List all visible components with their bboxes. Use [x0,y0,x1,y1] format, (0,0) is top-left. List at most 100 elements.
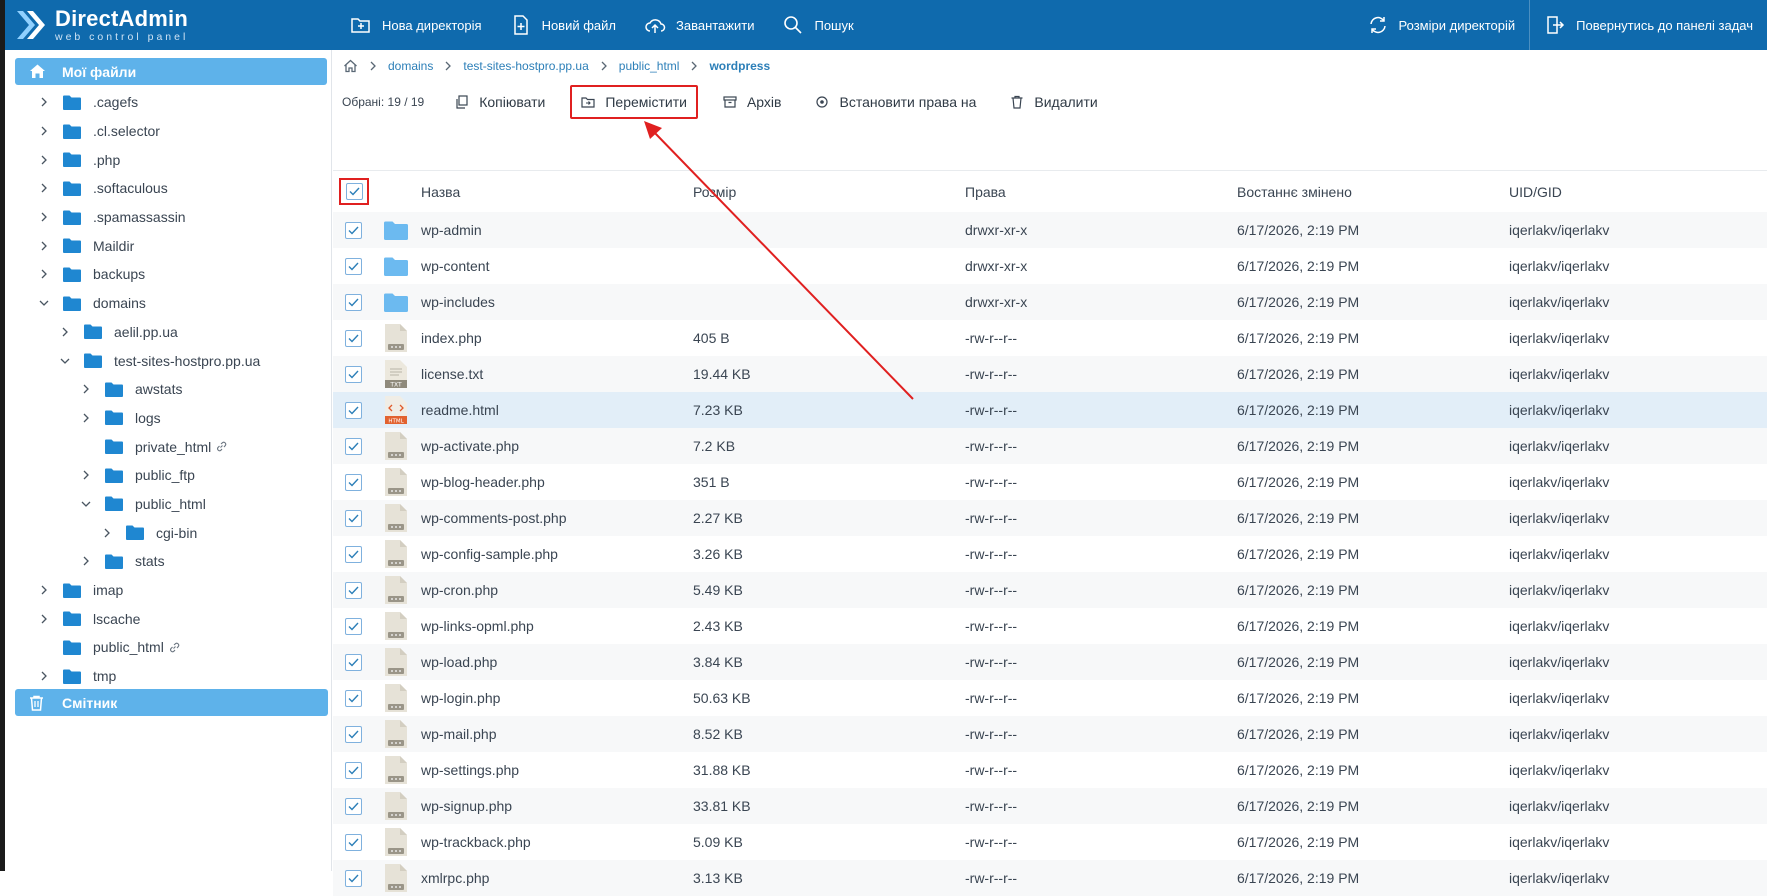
row-checkbox[interactable] [344,833,362,851]
file-name[interactable]: wp-trackback.php [421,834,693,850]
sidebar-tree-item[interactable]: .php [10,145,331,174]
new-directory-button[interactable]: Нова директорія [336,0,496,50]
directory-sizes-button[interactable]: Розміри директорій [1353,0,1530,50]
file-name[interactable]: readme.html [421,402,693,418]
row-checkbox[interactable] [344,365,362,383]
table-row[interactable]: wp-mail.php 8.52 KB -rw-r--r-- 6/17/2026, 2… [333,716,1767,752]
chevron-right-icon[interactable] [39,269,49,279]
column-name[interactable]: Назва [421,184,693,200]
table-row[interactable]: wp-blog-header.php 351 B -rw-r--r-- 6/17/20… [333,464,1767,500]
sidebar-tree-item[interactable]: public_html [10,490,331,519]
column-uid-gid[interactable]: UID/GID [1509,184,1749,200]
chevron-right-icon[interactable] [39,97,49,107]
row-checkbox[interactable] [344,869,362,887]
table-row[interactable]: wp-trackback.php 5.09 KB -rw-r--r-- 6/17/20… [333,824,1767,860]
chevron-right-icon[interactable] [81,470,91,480]
breadcrumb-domains[interactable]: domains [388,59,433,73]
file-name[interactable]: wp-settings.php [421,762,693,778]
set-permissions-button[interactable]: Встановити права на [806,85,985,119]
sidebar-tree-item[interactable]: test-sites-hostpro.pp.ua [10,346,331,375]
sidebar-tree-item[interactable]: .softaculous [10,174,331,203]
chevron-right-icon[interactable] [39,126,49,136]
row-checkbox[interactable] [344,293,362,311]
chevron-right-icon[interactable] [81,556,91,566]
row-checkbox[interactable] [344,689,362,707]
chevron-down-icon[interactable] [39,298,49,308]
copy-button[interactable]: Копіювати [446,85,554,119]
table-row[interactable]: wp-content drwxr-xr-x 6/17/2026, 2:19 PM iq… [333,248,1767,284]
sidebar-tree-item[interactable]: awstats [10,375,331,404]
file-name[interactable]: wp-links-opml.php [421,618,693,634]
sidebar-tree-item[interactable]: tmp [10,662,331,691]
sidebar-tree-item[interactable]: stats [10,547,331,576]
breadcrumb-public-html[interactable]: public_html [619,59,680,73]
file-name[interactable]: license.txt [421,366,693,382]
sidebar-tree-item[interactable]: lscache [10,604,331,633]
row-checkbox[interactable] [344,653,362,671]
row-checkbox[interactable] [344,473,362,491]
file-name[interactable]: wp-login.php [421,690,693,706]
move-button[interactable]: Перемістити [570,85,698,119]
sidebar-tree-item[interactable]: imap [10,576,331,605]
new-file-button[interactable]: Новий файл [496,0,630,50]
row-checkbox[interactable] [344,545,362,563]
chevron-right-icon[interactable] [39,614,49,624]
table-row[interactable]: wp-links-opml.php 2.43 KB -rw-r--r-- 6/17/2… [333,608,1767,644]
file-name[interactable]: wp-cron.php [421,582,693,598]
file-name[interactable]: wp-config-sample.php [421,546,693,562]
sidebar-tree-item[interactable]: .cagefs [10,88,331,117]
file-name[interactable]: wp-blog-header.php [421,474,693,490]
chevron-right-icon[interactable] [39,585,49,595]
table-row[interactable]: wp-includes drwxr-xr-x 6/17/2026, 2:19 PM i… [333,284,1767,320]
table-row[interactable]: HTML readme.html 7.23 KB -rw-r--r-- 6/17/202… [333,392,1767,428]
table-row[interactable]: wp-activate.php 7.2 KB -rw-r--r-- 6/17/2026… [333,428,1767,464]
file-name[interactable]: wp-comments-post.php [421,510,693,526]
chevron-right-icon[interactable] [39,155,49,165]
chevron-down-icon[interactable] [81,499,91,509]
sidebar-tree-item[interactable]: aelil.pp.ua [10,318,331,347]
back-to-dashboard-button[interactable]: Повернутись до панелі задач [1530,0,1767,50]
table-row[interactable]: wp-settings.php 31.88 KB -rw-r--r-- 6/17/20… [333,752,1767,788]
row-checkbox[interactable] [344,761,362,779]
sidebar-tree-item[interactable]: private_html [10,432,331,461]
sidebar-item-my-files[interactable]: Мої файли [15,58,327,85]
row-checkbox[interactable] [344,581,362,599]
row-checkbox[interactable] [344,257,362,275]
table-row[interactable]: xmlrpc.php 3.13 KB -rw-r--r-- 6/17/2026, 2:… [333,860,1767,896]
sidebar-tree-item[interactable]: .spamassassin [10,203,331,232]
chevron-right-icon[interactable] [39,241,49,251]
file-name[interactable]: wp-activate.php [421,438,693,454]
archive-button[interactable]: Архів [714,85,791,119]
sidebar-tree-item[interactable]: logs [10,404,331,433]
file-name[interactable]: wp-load.php [421,654,693,670]
row-checkbox[interactable] [344,725,362,743]
sidebar-tree-item[interactable]: .cl.selector [10,117,331,146]
column-size[interactable]: Розмір [693,184,965,200]
table-row[interactable]: wp-config-sample.php 3.26 KB -rw-r--r-- 6/1… [333,536,1767,572]
file-name[interactable]: wp-content [421,258,693,274]
row-checkbox[interactable] [344,509,362,527]
sidebar-item-trash[interactable]: Смітник [15,689,328,716]
sidebar-tree-item[interactable]: backups [10,260,331,289]
table-row[interactable]: wp-signup.php 33.81 KB -rw-r--r-- 6/17/2026… [333,788,1767,824]
sidebar-tree-item[interactable]: cgi-bin [10,518,331,547]
file-name[interactable]: wp-signup.php [421,798,693,814]
chevron-right-icon[interactable] [39,212,49,222]
table-row[interactable]: index.php 405 B -rw-r--r-- 6/17/2026, 2:19 … [333,320,1767,356]
column-modified[interactable]: Востаннє змінено [1237,184,1509,200]
row-checkbox[interactable] [344,329,362,347]
select-all-checkbox[interactable] [345,183,363,200]
row-checkbox[interactable] [344,617,362,635]
chevron-right-icon[interactable] [81,384,91,394]
search-button[interactable]: Пошук [768,0,867,50]
chevron-right-icon[interactable] [102,528,112,538]
file-name[interactable]: wp-admin [421,222,693,238]
sidebar-tree-item[interactable]: Maildir [10,231,331,260]
file-name[interactable]: wp-includes [421,294,693,310]
chevron-right-icon[interactable] [39,183,49,193]
chevron-down-icon[interactable] [60,356,70,366]
column-permissions[interactable]: Права [965,184,1237,200]
chevron-right-icon[interactable] [81,413,91,423]
row-checkbox[interactable] [344,797,362,815]
upload-button[interactable]: Завантажити [630,0,768,50]
